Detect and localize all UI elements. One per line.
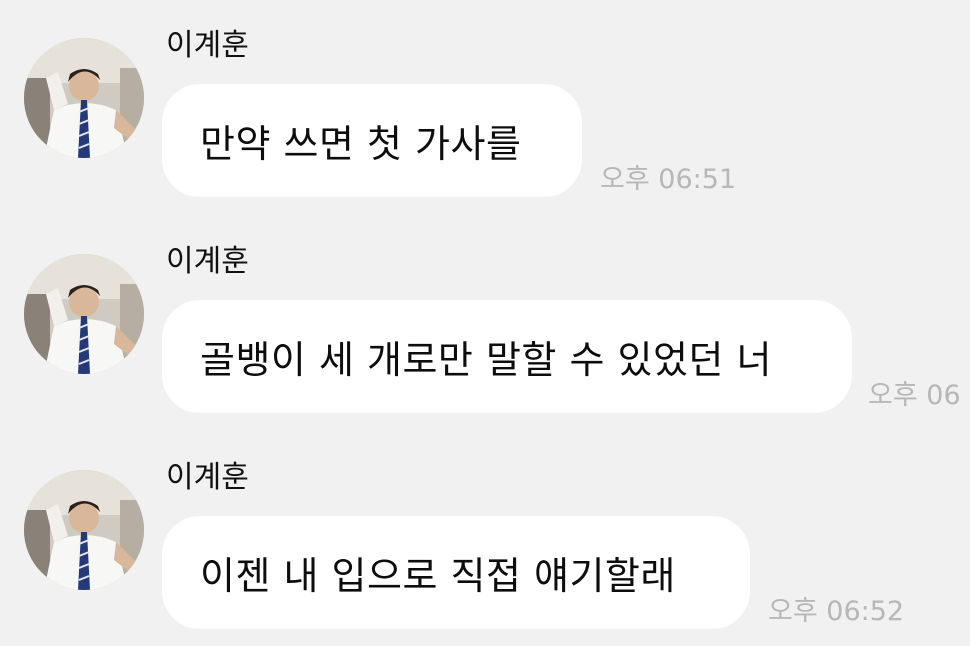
sender-name: 이계훈 — [166, 28, 249, 63]
message-timestamp: 오후 06:51 — [600, 164, 737, 195]
profile-photo-icon — [24, 254, 144, 374]
profile-photo-icon — [24, 38, 144, 158]
avatar[interactable] — [24, 254, 144, 374]
message-timestamp: 오후 06:52 — [768, 596, 905, 627]
message-row: 이계훈 골뱅이 세 개로만 말할 수 있었던 너 오후 06 — [0, 216, 970, 416]
message-timestamp: 오후 06 — [868, 380, 961, 411]
avatar[interactable] — [24, 470, 144, 590]
sender-name: 이계훈 — [166, 244, 249, 279]
profile-photo-icon — [24, 470, 144, 590]
avatar[interactable] — [24, 38, 144, 158]
sender-name: 이계훈 — [166, 460, 249, 495]
message-bubble[interactable]: 골뱅이 세 개로만 말할 수 있었던 너 — [162, 300, 852, 413]
message-bubble[interactable]: 만약 쓰면 첫 가사를 — [162, 84, 582, 197]
message-row: 이계훈 이젠 내 입으로 직접 얘기할래 오후 06:52 — [0, 432, 970, 632]
message-row: 이계훈 만약 쓰면 첫 가사를 오후 06:51 — [0, 0, 970, 200]
message-bubble[interactable]: 이젠 내 입으로 직접 얘기할래 — [162, 516, 750, 629]
chat-message-list[interactable]: 이계훈 만약 쓰면 첫 가사를 오후 06:51 이계훈 골뱅이 세 개로만 말… — [0, 0, 970, 646]
